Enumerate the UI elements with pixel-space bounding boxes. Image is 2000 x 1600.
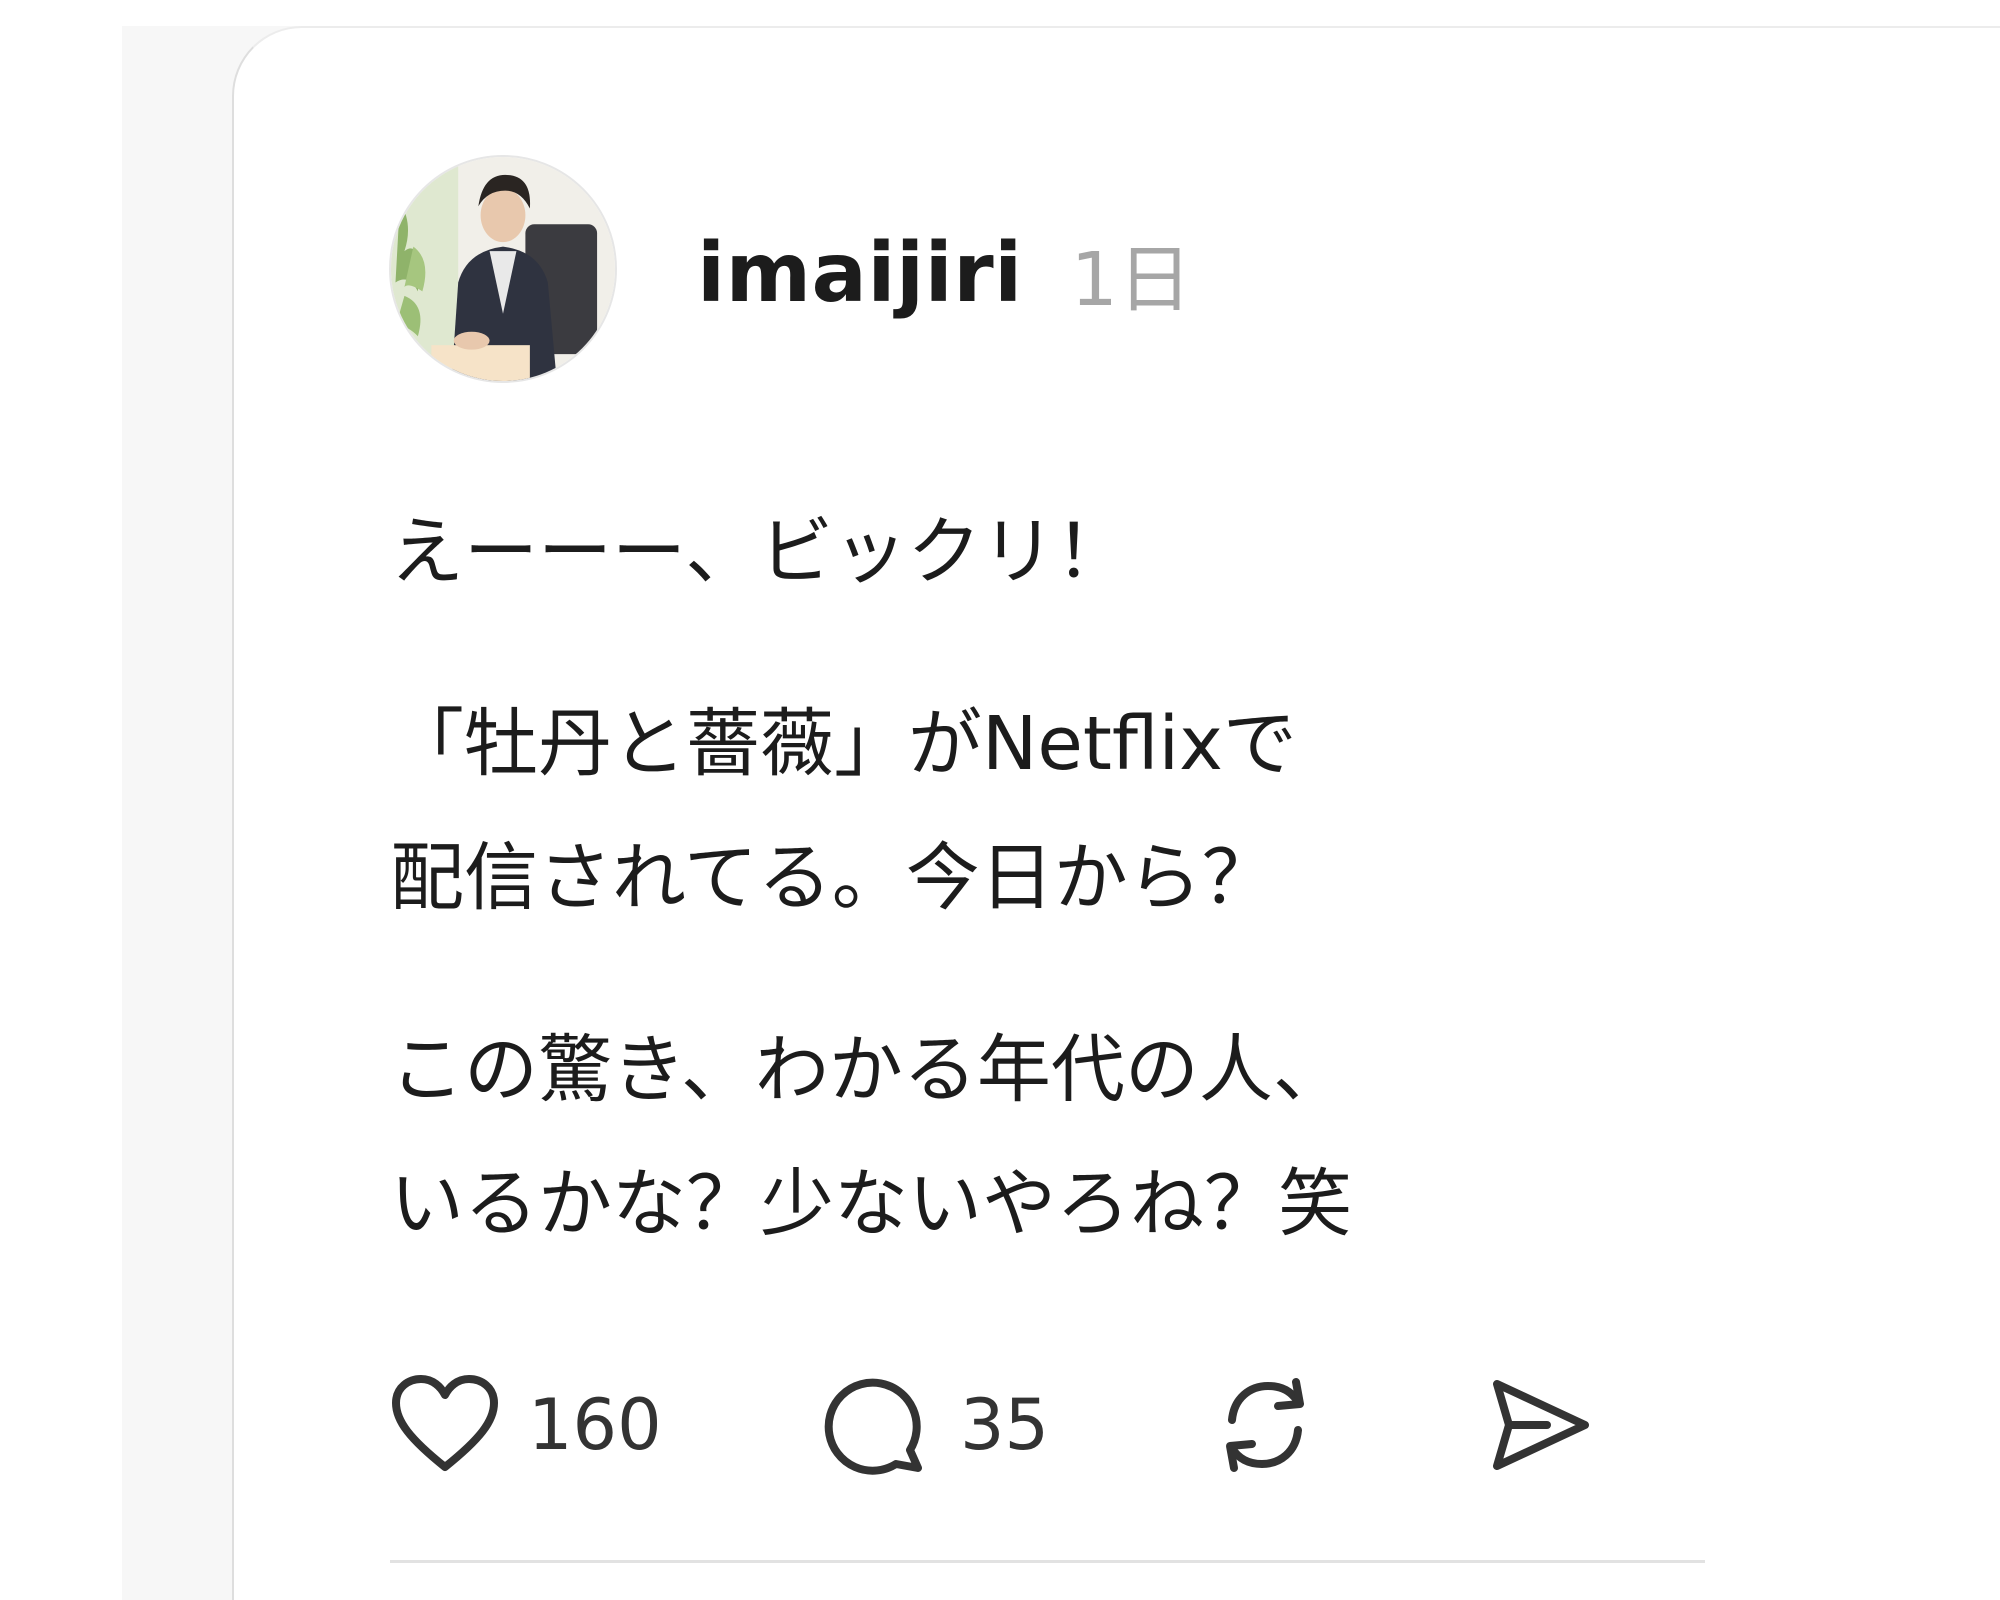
page: imaijiri 1日 えーーー、ビックリ！ 「牡丹と薔薇」がNetflixで … (0, 0, 2000, 1600)
repost-icon (1226, 1378, 1304, 1472)
post-header: imaijiri 1日 (697, 226, 1192, 323)
post-text-paragraph-2: 「牡丹と薔薇」がNetflixで 配信されてる。今日から？ (390, 701, 1297, 921)
post-actions: 160 35 (390, 1370, 1690, 1480)
post-divider (390, 1560, 1705, 1563)
repost-button[interactable] (1210, 1370, 1320, 1480)
post-text-paragraph-3: この驚き、わかる年代の人、 いるかな？少ないやろね？笑 (390, 1027, 1352, 1247)
reply-button[interactable]: 35 (822, 1370, 1049, 1480)
heart-icon (392, 1375, 498, 1471)
timestamp[interactable]: 1日 (1071, 220, 1192, 327)
post-text-paragraph-1: えーーー、ビックリ！ (390, 509, 1130, 595)
reply-count: 35 (960, 1384, 1050, 1466)
send-icon (1493, 1380, 1589, 1470)
username[interactable]: imaijiri (697, 226, 1023, 321)
share-button[interactable] (1485, 1370, 1595, 1480)
avatar[interactable] (389, 155, 617, 383)
avatar-photo-icon (391, 157, 615, 381)
like-count: 160 (528, 1384, 662, 1466)
comment-bubble-icon (824, 1378, 922, 1475)
like-button[interactable]: 160 (390, 1370, 662, 1480)
